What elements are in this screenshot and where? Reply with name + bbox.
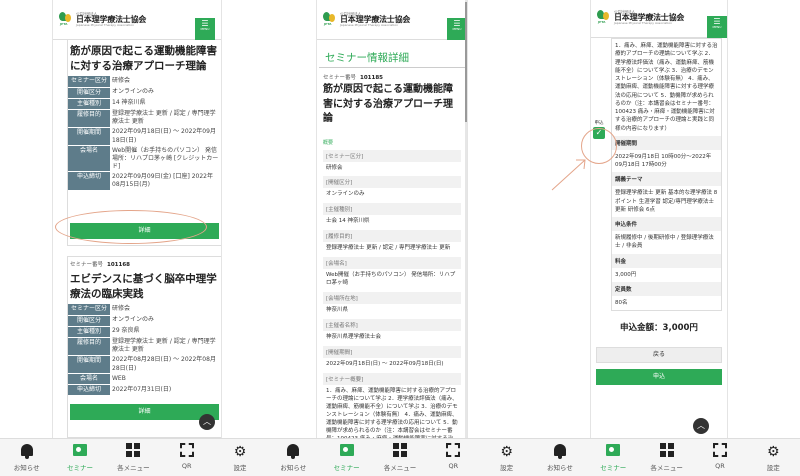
- gear-icon: ⚙: [233, 444, 247, 460]
- highlight-oval: [55, 210, 207, 244]
- total-amount: 申込金額：3,000円: [620, 323, 698, 333]
- seminar-card: セミナー番号 101168 エビデンスに基づく脳卒中理学療法の臨床実践 セミナー区…: [67, 256, 221, 438]
- gear-icon: ⚙: [766, 444, 780, 460]
- seminar-title: 筋が原因で起こる運動機能障害に対する治療アプローチ理論: [70, 45, 217, 73]
- menu-button[interactable]: ☰ MENU: [707, 16, 727, 38]
- nav-item-settings[interactable]: ⚙ 設定: [747, 439, 800, 476]
- grid-icon: [392, 443, 407, 457]
- scroll-top-button[interactable]: ︿: [693, 418, 709, 434]
- app-header: JPTA 公益社団法人 日本理学療法士協会 Japanese Physical Th…: [317, 0, 467, 40]
- grid-icon: [659, 443, 674, 457]
- nav-item-menu[interactable]: 各メニュー: [373, 439, 426, 476]
- menu-button[interactable]: ☰ MENU: [195, 18, 215, 40]
- qr-icon: [712, 443, 727, 457]
- seminar-icon: [606, 444, 621, 456]
- grid-icon: [126, 443, 141, 457]
- bell-icon: [553, 444, 566, 459]
- qr-icon: [446, 443, 461, 457]
- seminar-icon: [339, 444, 354, 456]
- nav-item-menu[interactable]: 各メニュー: [107, 439, 160, 476]
- jpta-logo-icon: JPTA: [59, 12, 73, 28]
- seminar-list-panel: JPTA 公益社団法人 日本理学療法士協会 Japanese Physical Th…: [52, 0, 222, 438]
- qr-icon: [179, 443, 194, 457]
- nav-item-seminar[interactable]: セミナー: [53, 439, 106, 476]
- seminar-icon: [72, 444, 87, 456]
- gear-icon: ⚙: [500, 444, 513, 460]
- detail-button[interactable]: 詳細: [70, 404, 219, 421]
- seminar-apply-panel: JPTA 公益社団法人 日本理学療法士協会 Japanese Physical Th…: [590, 0, 728, 438]
- bell-icon: [20, 444, 33, 459]
- nav-item-qr[interactable]: QR: [427, 439, 480, 476]
- chevron-up-icon: ︿: [203, 417, 211, 426]
- app-header: JPTA 公益社団法人 日本理学療法士協会 Japanese Physical Th…: [591, 0, 727, 38]
- nav-item-news[interactable]: お知らせ: [267, 439, 320, 476]
- seminar-number: セミナー番号 101185: [323, 75, 383, 81]
- highlight-circle: [581, 128, 617, 164]
- nav-item-seminar[interactable]: セミナー: [320, 439, 373, 476]
- jpta-logo-icon: JPTA: [323, 12, 337, 28]
- seminar-number: セミナー番号 101168: [70, 262, 130, 268]
- logo[interactable]: JPTA 公益社団法人 日本理学療法士協会 Japanese Physical Th…: [323, 12, 410, 28]
- nav-item-qr[interactable]: QR: [693, 439, 746, 476]
- overview-tag: 概要: [323, 139, 334, 146]
- app-header: JPTA 公益社団法人 日本理学療法士協会 Japanese Physical Th…: [53, 0, 221, 40]
- menu-button[interactable]: ☰ MENU: [447, 18, 467, 40]
- nav-item-settings[interactable]: ⚙ 設定: [480, 439, 533, 476]
- scroll-top-button[interactable]: ︿: [199, 414, 215, 430]
- nav-item-menu[interactable]: 各メニュー: [640, 439, 693, 476]
- jpta-logo-icon: JPTA: [597, 10, 611, 26]
- logo[interactable]: JPTA 公益社団法人 日本理学療法士協会 Japanese Physical Th…: [59, 12, 146, 28]
- section-title: セミナー情報詳細: [319, 40, 465, 68]
- overview-text: 1．痛み、麻痺、運動機能障害に対する治療的アプローチの理論について学ぶ 2．理学…: [615, 43, 718, 132]
- bell-icon: [287, 444, 300, 459]
- seminar-title: 筋が原因で起こる運動機能障害に対する治療アプローチ理論: [323, 84, 453, 124]
- nav-item-news[interactable]: お知らせ: [0, 439, 53, 476]
- nav-item-qr[interactable]: QR: [160, 439, 213, 476]
- apply-detail-box: 1．痛み、麻痺、運動機能障害に対する治療的アプローチの理論について学ぶ 2．理学…: [611, 38, 722, 311]
- checkbox-label: 申込: [594, 121, 604, 126]
- scrollbar[interactable]: [465, 0, 467, 438]
- bottom-nav: お知らせ セミナー 各メニュー QR ⚙ 設定 お知らせ セミナー 各メニュー Q…: [0, 438, 800, 476]
- back-button[interactable]: 戻る: [596, 347, 722, 363]
- logo[interactable]: JPTA 公益社団法人 日本理学療法士協会 Japanese Physical Th…: [597, 10, 684, 26]
- seminar-info-table: セミナー区分 研修会 開催区分 オンラインのみ 主催種別 29 奈良県 履修目的 登録理…: [68, 304, 221, 397]
- seminar-info-table: セミナー区分 研修会 開催区分 オンラインのみ 主催種別 14 神奈川県 履修目的 登録…: [68, 76, 221, 191]
- chevron-up-icon: ︿: [697, 421, 705, 430]
- seminar-detail-panel: JPTA 公益社団法人 日本理学療法士協会 Japanese Physical Th…: [316, 0, 468, 438]
- seminar-title: エビデンスに基づく脳卒中理学療法の臨床実践: [70, 273, 217, 301]
- nav-item-news[interactable]: お知らせ: [533, 439, 586, 476]
- nav-item-settings[interactable]: ⚙ 設定: [213, 439, 266, 476]
- apply-button[interactable]: 申込: [596, 369, 722, 385]
- nav-item-seminar[interactable]: セミナー: [587, 439, 640, 476]
- detail-list: [セミナー区分] 研修会 [開催区分] オンラインのみ [主催種別] 士会 14 神奈…: [323, 149, 461, 438]
